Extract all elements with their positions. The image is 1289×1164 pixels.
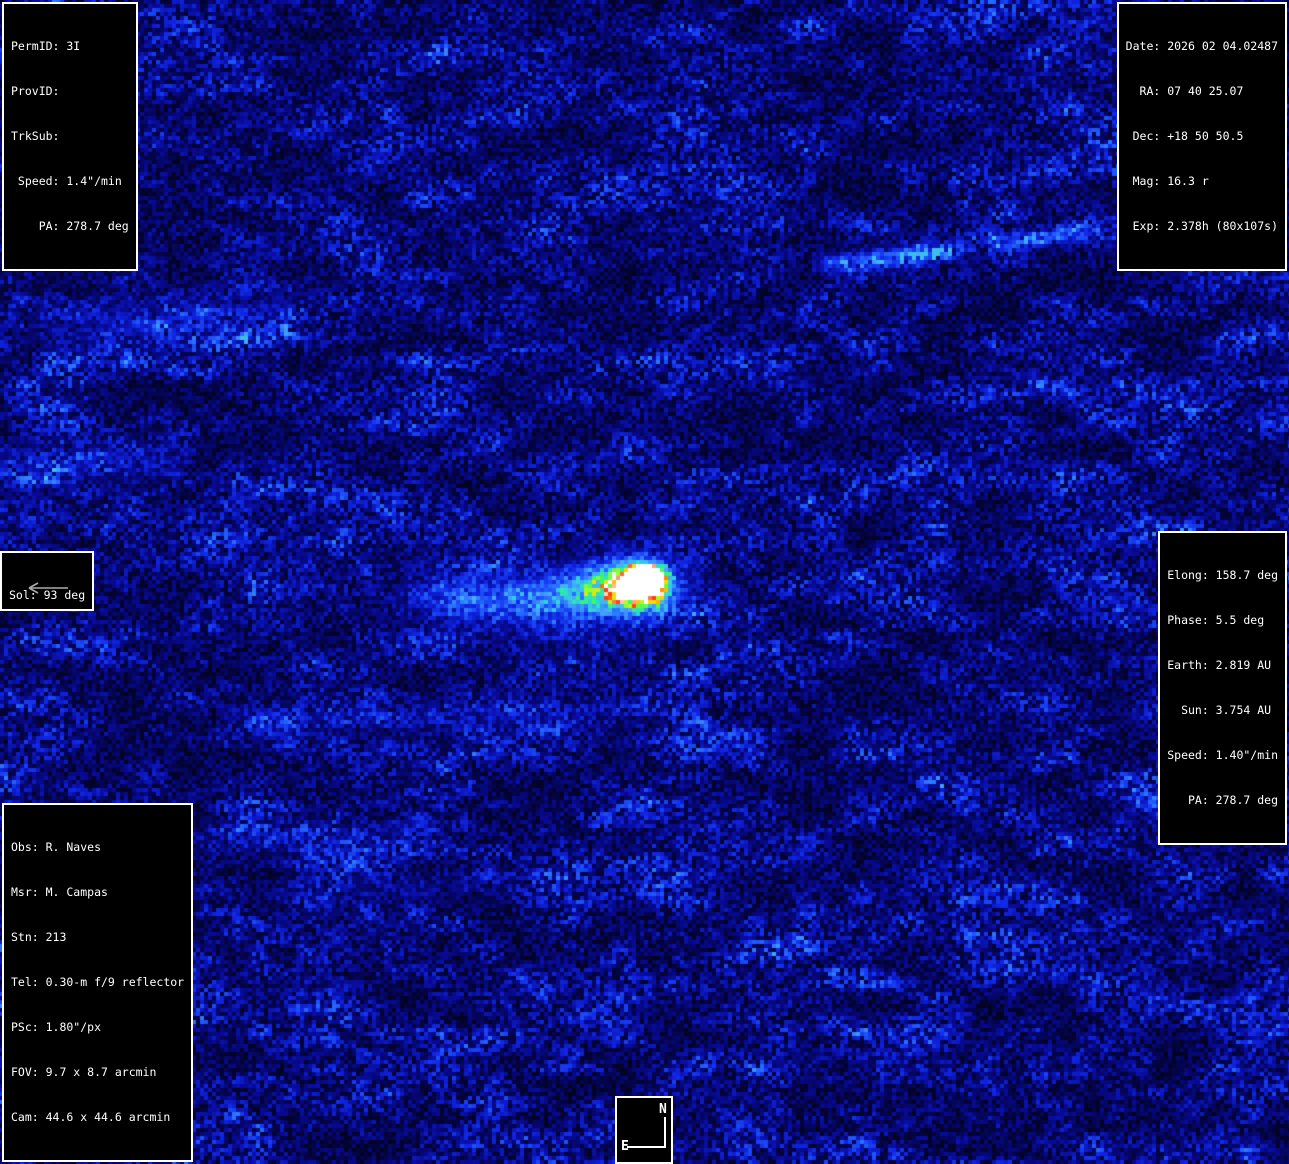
exp-line: Exp: 2.378h (80x107s) [1126,219,1278,234]
permid-line: PermID: 3I [11,39,129,54]
measurer-line: Msr: M. Campas [11,885,184,900]
trksub-line: TrkSub: [11,129,129,144]
dec-line: Dec: +18 50 50.5 [1126,129,1278,144]
pa-line: PA: 278.7 deg [1167,793,1278,808]
left-arrow-icon [24,580,70,596]
provid-line: ProvID: [11,84,129,99]
date-line: Date: 2026 02 04.02487 [1126,39,1278,54]
fov-line: FOV: 9.7 x 8.7 arcmin [11,1065,184,1080]
sky-image [0,0,1289,1164]
observer-info-panel: Obs: R. Naves Msr: M. Campas Stn: 213 Te… [2,803,193,1162]
earth-dist-line: Earth: 2.819 AU [1167,658,1278,673]
compass-indicator: N E [615,1096,673,1164]
sun-dist-line: Sun: 3.754 AU [1167,703,1278,718]
pa-line: PA: 278.7 deg [11,219,129,234]
station-line: Stn: 213 [11,930,184,945]
compass-north-line [664,1117,666,1148]
compass-north-label: N [659,1103,667,1116]
compass-east-line [627,1146,666,1148]
camera-line: Cam: 44.6 x 44.6 arcmin [11,1110,184,1125]
mag-line: Mag: 16.3 r [1126,174,1278,189]
comet-image-viewer: PermID: 3I ProvID: TrkSub: Speed: 1.4"/m… [0,0,1289,1164]
phase-line: Phase: 5.5 deg [1167,613,1278,628]
ra-line: RA: 07 40 25.07 [1126,84,1278,99]
observer-line: Obs: R. Naves [11,840,184,855]
geometry-info-panel: Elong: 158.7 deg Phase: 5.5 deg Earth: 2… [1158,531,1287,845]
target-info-panel: PermID: 3I ProvID: TrkSub: Speed: 1.4"/m… [2,2,138,271]
speed-line: Speed: 1.40"/min [1167,748,1278,763]
pixel-scale-line: PSc: 1.80"/px [11,1020,184,1035]
sun-direction-panel: Sol: 93 deg [0,551,94,611]
observation-info-panel: Date: 2026 02 04.02487 RA: 07 40 25.07 D… [1117,2,1287,271]
elong-line: Elong: 158.7 deg [1167,568,1278,583]
speed-line: Speed: 1.4"/min [11,174,129,189]
telescope-line: Tel: 0.30-m f/9 reflector [11,975,184,990]
